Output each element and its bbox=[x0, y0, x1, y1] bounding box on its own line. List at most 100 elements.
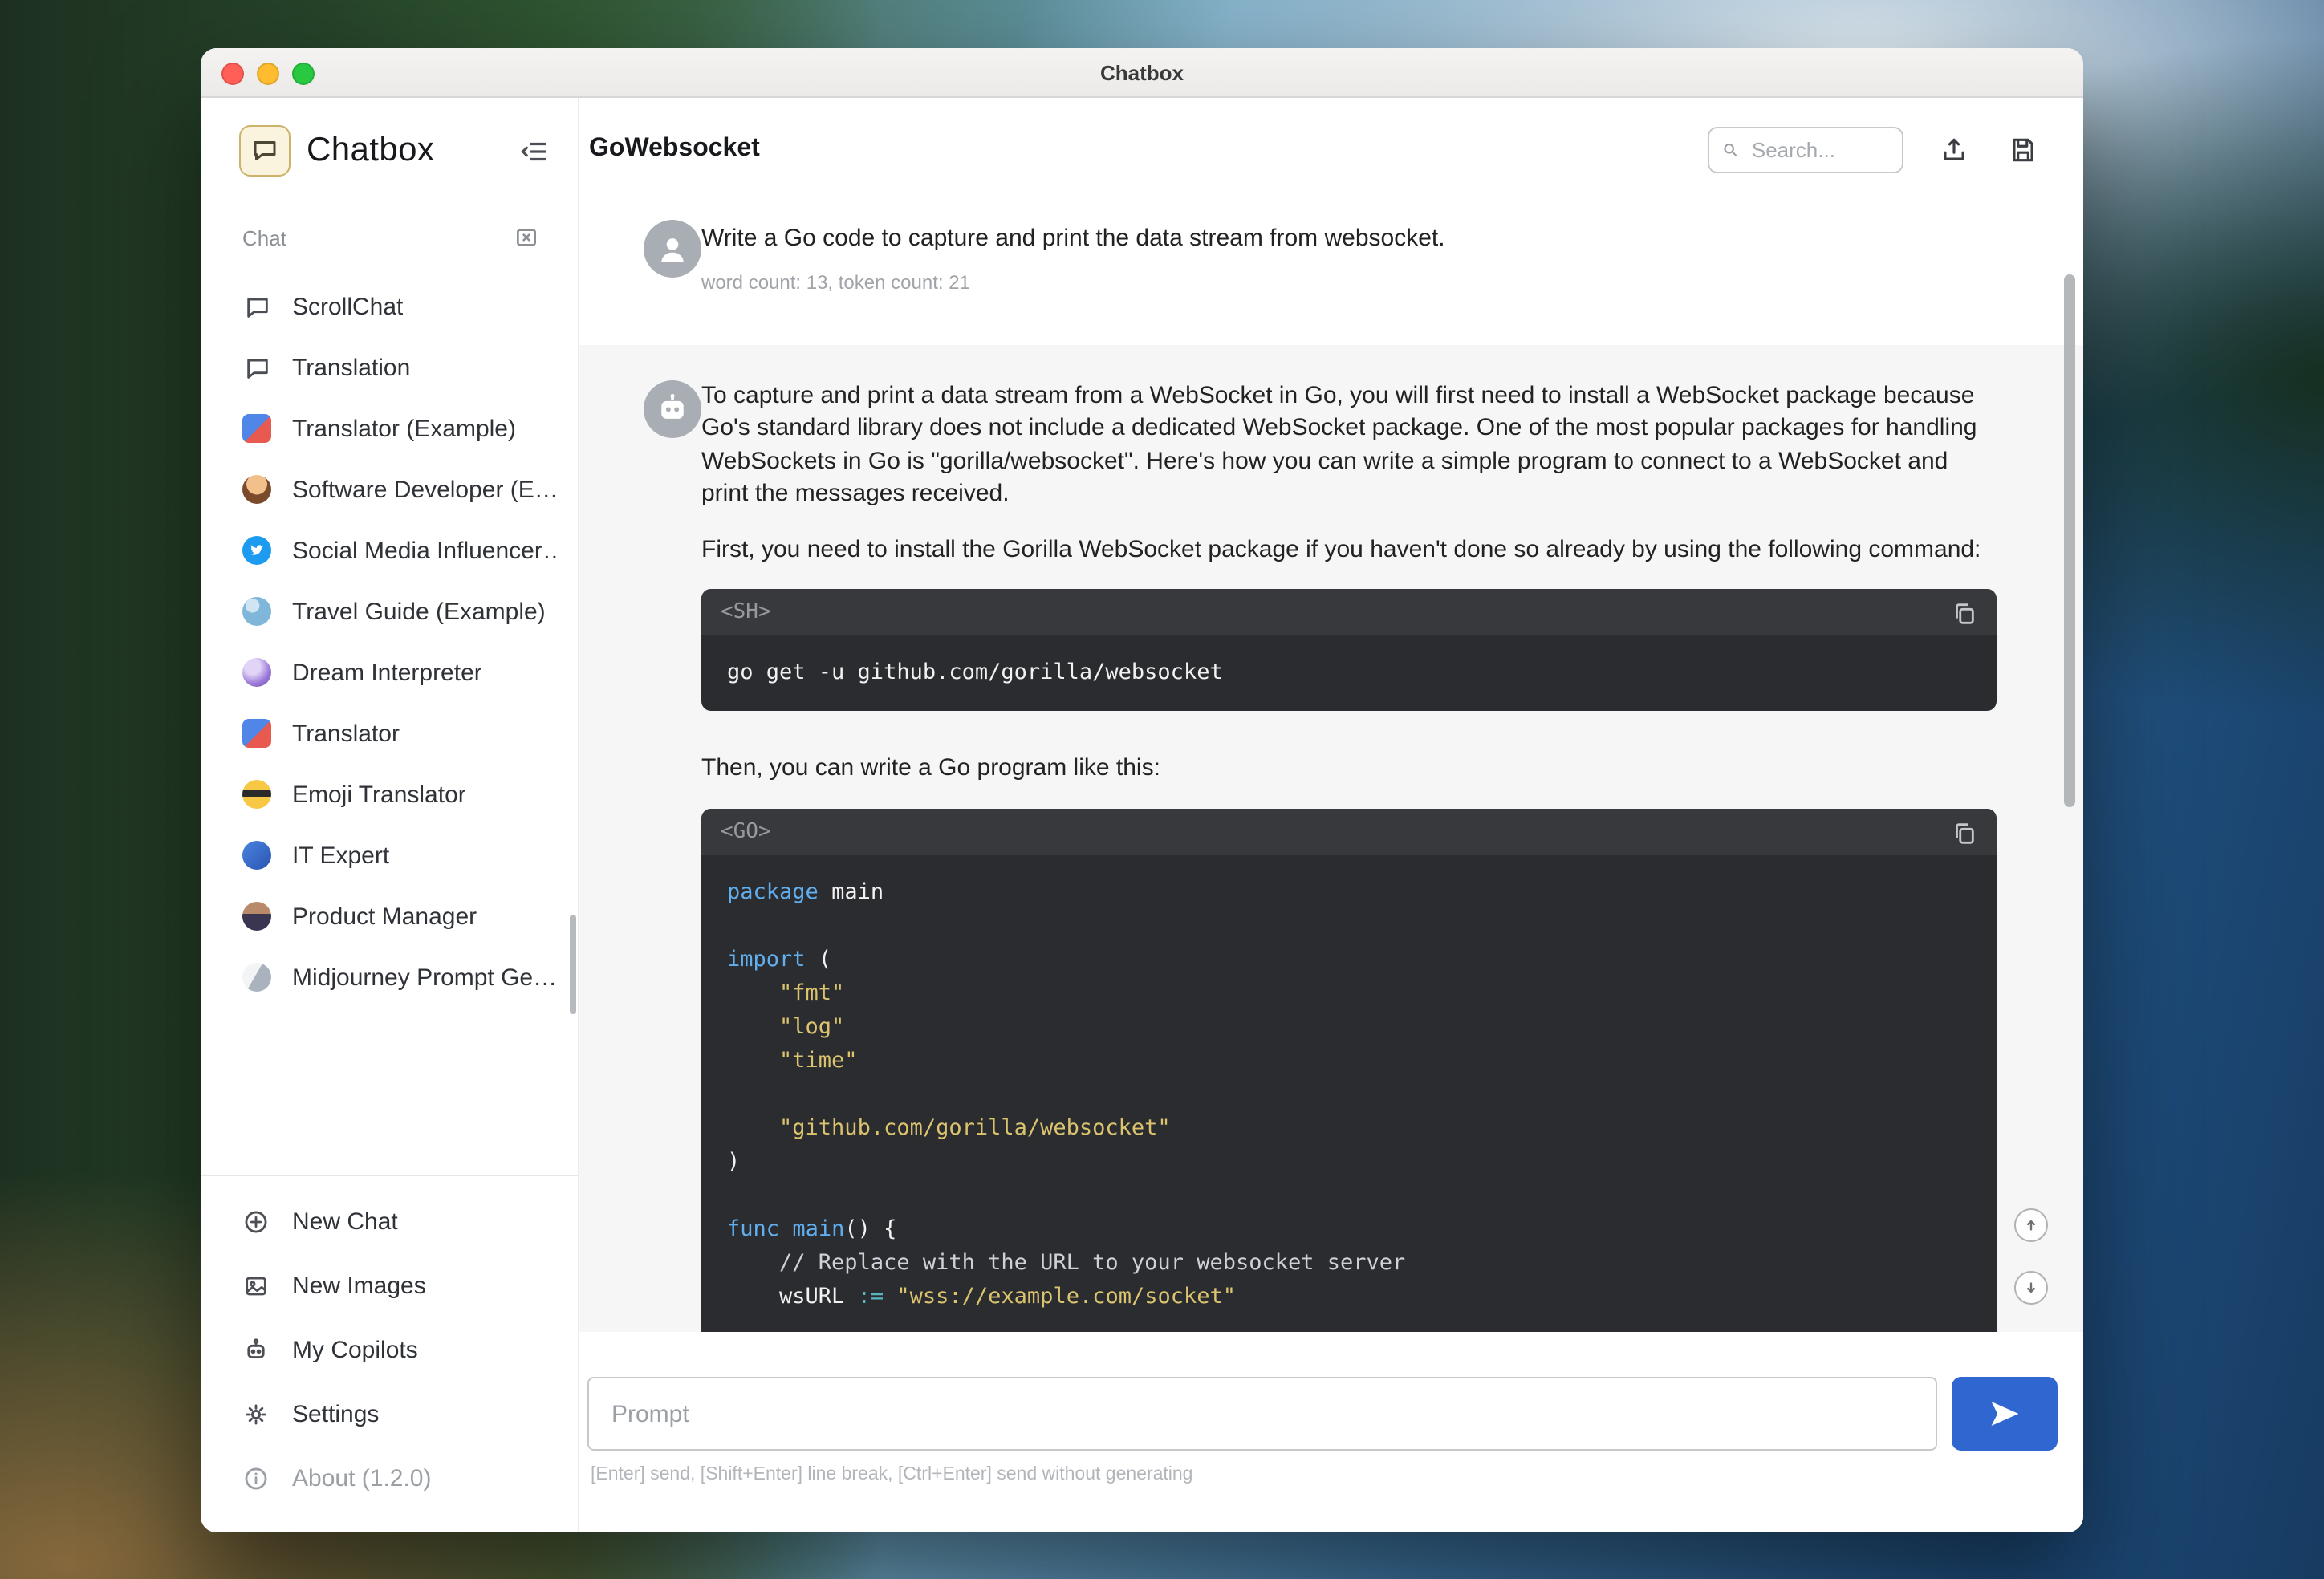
sidebar-item-travel-guide[interactable]: Travel Guide (Example) bbox=[201, 581, 578, 642]
composer-row bbox=[587, 1377, 2058, 1451]
code-language-label: <GO> bbox=[721, 819, 771, 843]
sidebar-item-midjourney-prompt[interactable]: Midjourney Prompt Ge… bbox=[201, 947, 578, 1008]
copy-code-button[interactable] bbox=[1947, 816, 1981, 850]
chat-item-label: Dream Interpreter bbox=[292, 659, 482, 686]
sidebar-item-software-developer[interactable]: Software Developer (E… bbox=[201, 459, 578, 520]
sidebar-item-new-chat[interactable]: New Chat bbox=[201, 1189, 578, 1253]
window-body: Chatbox Chat ScrollChat Translation Tran… bbox=[201, 98, 2083, 1532]
search-box[interactable] bbox=[1708, 126, 1903, 173]
screen: Chatbox Chatbox Chat ScrollChat Translat… bbox=[0, 0, 2324, 1579]
chat-section-label: Chat bbox=[242, 225, 286, 250]
save-icon bbox=[2013, 137, 2034, 161]
composer-hint: [Enter] send, [Shift+Enter] line break, … bbox=[591, 1465, 1193, 1484]
chat-bubble-icon bbox=[242, 353, 271, 382]
send-icon bbox=[1991, 1401, 2019, 1427]
chat-item-label: Translator bbox=[292, 720, 400, 747]
main-header: GoWebsocket bbox=[579, 98, 2083, 201]
code-block-header: <SH> bbox=[701, 589, 1997, 635]
assistant-avatar bbox=[644, 380, 701, 437]
search-input[interactable] bbox=[1748, 136, 1889, 163]
code-block-go: <GO> package main import ( "fmt" "log" "… bbox=[701, 808, 1997, 1332]
window-titlebar[interactable]: Chatbox bbox=[201, 48, 2083, 98]
sidebar-item-dream-interpreter[interactable]: Dream Interpreter bbox=[201, 642, 578, 703]
code-block-header: <GO> bbox=[701, 808, 1997, 854]
info-icon bbox=[245, 1467, 267, 1489]
robot-icon bbox=[661, 392, 684, 418]
copy-icon bbox=[1956, 603, 1974, 624]
chat-item-label: IT Expert bbox=[292, 842, 390, 869]
menu-item-label: New Chat bbox=[292, 1208, 398, 1235]
chatbox-window: Chatbox Chatbox Chat ScrollChat Translat… bbox=[201, 48, 2083, 1532]
sidebar-item-settings[interactable]: Settings bbox=[201, 1382, 578, 1446]
menu-item-label: New Images bbox=[292, 1272, 426, 1299]
sidebar-item-social-media-influencer[interactable]: Social Media Influencer… bbox=[201, 520, 578, 581]
sunglasses-emoji-icon bbox=[242, 780, 271, 809]
sidebar-item-new-images[interactable]: New Images bbox=[201, 1253, 578, 1317]
search-icon bbox=[1724, 142, 1737, 156]
person-icon bbox=[661, 238, 684, 262]
translator-icon bbox=[242, 719, 271, 748]
twitter-logo-icon bbox=[242, 536, 271, 565]
it-badge-icon bbox=[242, 841, 271, 870]
chat-item-label: Social Media Influencer… bbox=[292, 537, 559, 564]
collapse-sidebar-icon bbox=[521, 141, 546, 160]
clear-conversations-icon bbox=[517, 229, 536, 246]
arrow-down-icon bbox=[2027, 1282, 2035, 1293]
chat-bubble-icon bbox=[242, 292, 271, 321]
code-language-label: <SH> bbox=[721, 600, 771, 624]
chat-item-label: Travel Guide (Example) bbox=[292, 598, 546, 625]
chat-list: ScrollChat Translation Translator (Examp… bbox=[201, 276, 578, 1175]
messages-viewport: Write a Go code to capture and print the… bbox=[579, 201, 2083, 1332]
chat-item-label: Translator (Example) bbox=[292, 415, 516, 442]
save-button[interactable] bbox=[2005, 131, 2042, 168]
sidebar-item-translator-example[interactable]: Translator (Example) bbox=[201, 398, 578, 459]
code-block-content: package main import ( "fmt" "log" "time"… bbox=[727, 879, 1406, 1309]
sidebar-divider bbox=[201, 1175, 578, 1176]
user-avatar bbox=[644, 220, 701, 278]
scroll-to-top-button[interactable] bbox=[2014, 1208, 2048, 1242]
messages-scrollbar-thumb[interactable] bbox=[2064, 274, 2075, 807]
menu-item-label: Settings bbox=[292, 1400, 380, 1427]
menu-item-label: About (1.2.0) bbox=[292, 1464, 432, 1492]
prompt-input[interactable] bbox=[587, 1377, 1937, 1451]
app-name: Chatbox bbox=[307, 132, 435, 168]
gear-icon bbox=[246, 1403, 266, 1424]
chat-item-label: Emoji Translator bbox=[292, 781, 466, 808]
code-block-shell: <SH> go get -u github.com/gorilla/websoc… bbox=[701, 589, 1997, 711]
user-message-text: Write a Go code to capture and print the… bbox=[701, 225, 1445, 252]
copy-code-button[interactable] bbox=[1947, 597, 1981, 631]
send-button[interactable] bbox=[1952, 1377, 2058, 1451]
scroll-to-bottom-button[interactable] bbox=[2014, 1271, 2048, 1305]
sidebar-item-it-expert[interactable]: IT Expert bbox=[201, 825, 578, 886]
sidebar-menu: New Chat New Images My Copilots Settings bbox=[201, 1189, 578, 1532]
sidebar-item-translator[interactable]: Translator bbox=[201, 703, 578, 764]
sidebar-scrollbar-thumb[interactable] bbox=[570, 915, 576, 1014]
robot-icon bbox=[247, 1337, 265, 1358]
sidebar-item-translation[interactable]: Translation bbox=[201, 337, 578, 398]
export-button[interactable] bbox=[1936, 131, 1973, 168]
assistant-message: To capture and print a data stream from … bbox=[579, 344, 2083, 1332]
clear-conversations-button[interactable] bbox=[510, 221, 542, 254]
sidebar-item-my-copilots[interactable]: My Copilots bbox=[201, 1317, 578, 1382]
image-icon bbox=[246, 1276, 266, 1295]
translator-icon bbox=[242, 414, 271, 443]
traffic-lights bbox=[221, 63, 315, 85]
composer: [Enter] send, [Shift+Enter] line break, … bbox=[579, 1332, 2083, 1532]
main-panel: GoWebsocket Search... Write a Go code to… bbox=[579, 98, 2083, 1532]
collapse-sidebar-button[interactable] bbox=[515, 132, 552, 169]
close-window-button[interactable] bbox=[221, 63, 244, 85]
code-block-content: go get -u github.com/gorilla/websocket bbox=[727, 660, 1223, 685]
sidebar-item-emoji-translator[interactable]: Emoji Translator bbox=[201, 764, 578, 825]
minimize-window-button[interactable] bbox=[257, 63, 279, 85]
sidebar: Chatbox Chat ScrollChat Translation Tran… bbox=[201, 98, 579, 1532]
sidebar-item-about[interactable]: About (1.2.0) bbox=[201, 1446, 578, 1510]
person-emoji-icon bbox=[242, 902, 271, 931]
zoom-window-button[interactable] bbox=[292, 63, 315, 85]
chat-item-label: Translation bbox=[292, 354, 411, 381]
crystal-ball-icon bbox=[242, 658, 271, 687]
sidebar-item-scrollchat[interactable]: ScrollChat bbox=[201, 276, 578, 337]
globe-icon bbox=[242, 597, 271, 626]
sidebar-item-product-manager[interactable]: Product Manager bbox=[201, 886, 578, 947]
scroll-buttons bbox=[2014, 1208, 2048, 1305]
window-title: Chatbox bbox=[1100, 60, 1184, 84]
